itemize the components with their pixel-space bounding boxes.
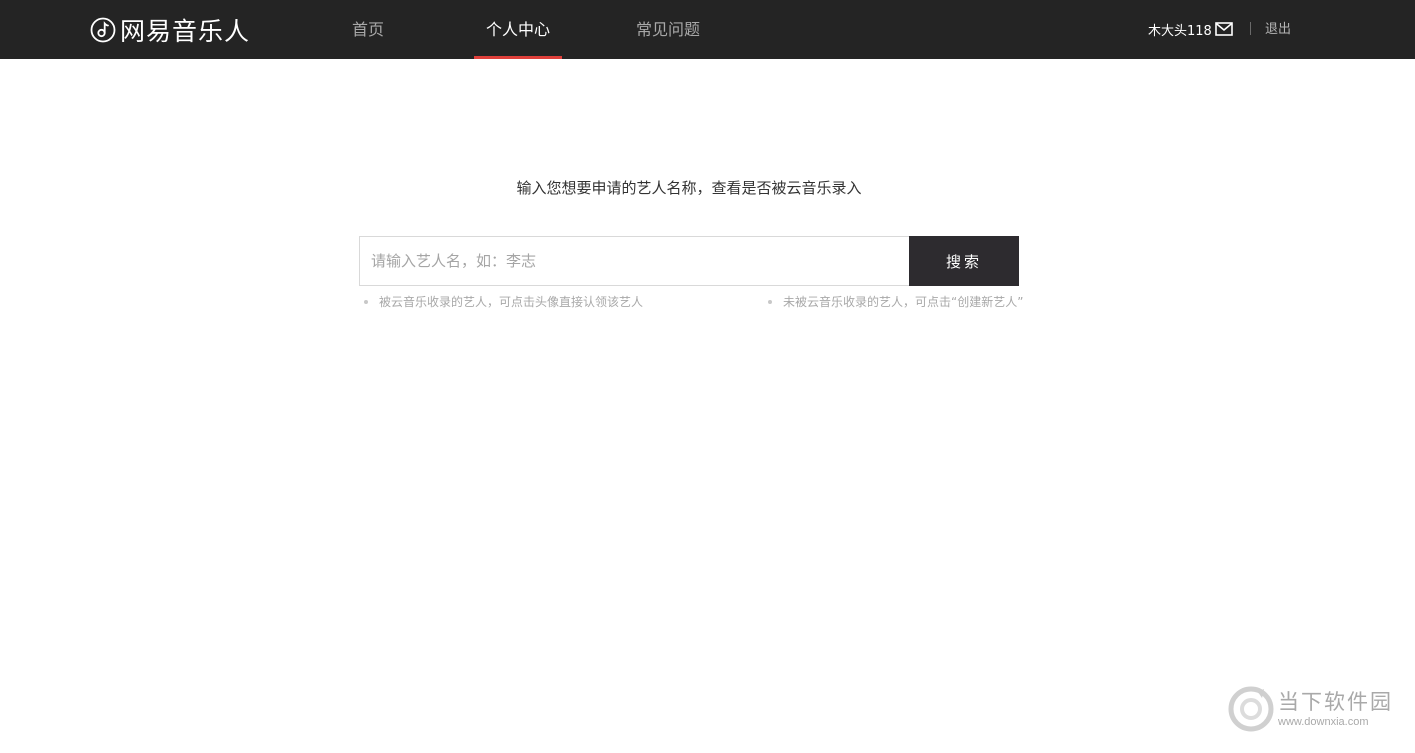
watermark-title: 当下软件园 — [1278, 690, 1393, 714]
nav-personal-center-label: 个人中心 — [485, 20, 550, 39]
nav-faq-label: 常见问题 — [635, 20, 700, 39]
nav-personal-center[interactable]: 个人中心 — [474, 0, 562, 59]
top-navigation-bar: 网易音乐人 首页 个人中心 常见问题 木大头118 退出 — [0, 0, 1415, 59]
artist-search-input[interactable] — [359, 236, 909, 286]
mail-icon[interactable] — [1215, 22, 1233, 36]
watermark-logo — [1228, 686, 1274, 732]
hint-not-included-artist: 未被云音乐收录的艺人，可点击“创建新艺人” — [768, 293, 1023, 310]
hint-included-artist: 被云音乐收录的艺人，可点击头像直接认领该艺人 — [364, 293, 643, 310]
site-watermark: 当下软件园 www.downxia.com — [1228, 686, 1398, 736]
watermark-url: www.downxia.com — [1278, 716, 1369, 728]
hint-not-included-text: 未被云音乐收录的艺人，可点击“创建新艺人” — [783, 295, 1024, 309]
search-prompt-text: 输入您想要申请的艺人名称，查看是否被云音乐录入 — [516, 179, 862, 197]
bullet-dot-icon — [364, 299, 368, 304]
active-tab-indicator — [474, 56, 562, 59]
header-divider — [1250, 22, 1251, 35]
nav-home[interactable]: 首页 — [328, 0, 408, 59]
username: 木大头118 — [1148, 24, 1212, 39]
logout-link[interactable]: 退出 — [1265, 0, 1291, 59]
bullet-dot-icon — [768, 299, 772, 304]
user-name-link[interactable]: 木大头118 — [1148, 0, 1212, 59]
nav-faq[interactable]: 常见问题 — [626, 0, 710, 59]
music-note-logo-icon — [90, 17, 116, 43]
nav-home-label: 首页 — [351, 20, 384, 39]
search-button[interactable]: 搜索 — [909, 236, 1019, 286]
brand-name: 网易音乐人 — [120, 17, 251, 46]
brand-logo[interactable]: 网易音乐人 — [90, 14, 250, 46]
hint-included-text: 被云音乐收录的艺人，可点击头像直接认领该艺人 — [379, 295, 644, 309]
